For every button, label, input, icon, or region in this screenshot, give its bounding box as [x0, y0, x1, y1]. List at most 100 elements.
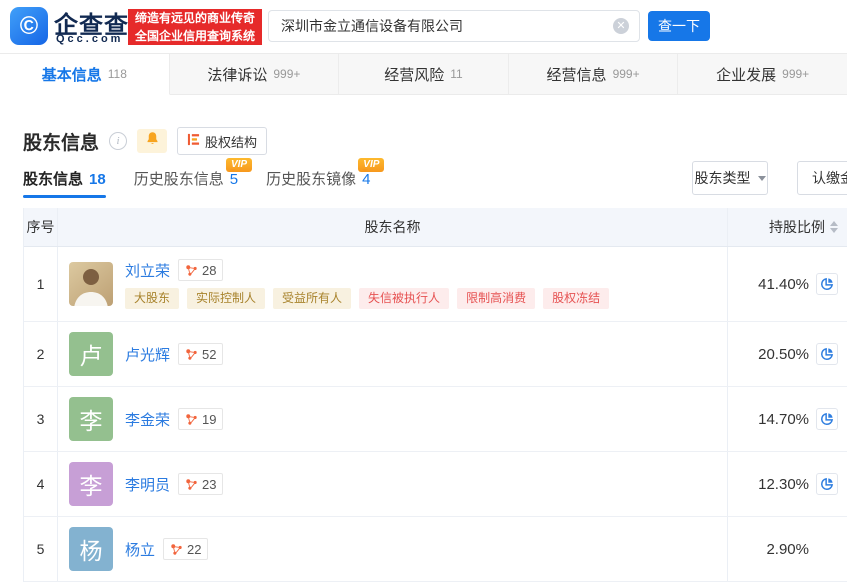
relation-icon — [185, 348, 198, 361]
sub-tab-1[interactable]: 股东信息18 — [23, 171, 106, 195]
relation-badge[interactable]: 28 — [178, 259, 223, 281]
shareholder-name-link[interactable]: 卢光辉 — [125, 344, 170, 365]
slogan-line-2: 全国企业信用查询系统 — [128, 27, 262, 45]
pie-chart-button[interactable] — [816, 408, 838, 430]
notification-bell-button[interactable] — [137, 129, 167, 153]
pie-chart-button[interactable] — [816, 473, 838, 495]
name-line: 卢光辉 52 — [125, 343, 223, 365]
sub-tab-2[interactable]: 历史股东信息5VIP — [134, 171, 238, 195]
nav-tab-label: 经营信息 — [547, 64, 607, 85]
relation-icon — [185, 413, 198, 426]
header-index: 序号 — [24, 208, 58, 246]
header-ratio-label: 持股比例 — [769, 217, 825, 237]
nav-tab-count: 11 — [450, 67, 462, 81]
name-line: 杨立 22 — [125, 538, 208, 560]
relation-icon — [170, 543, 183, 556]
shareholder-name-link[interactable]: 刘立荣 — [125, 260, 170, 281]
nav-tab-count: 118 — [108, 67, 127, 81]
table-row: 5杨杨立 22 2.90% — [24, 517, 847, 582]
shareholder-type-label: 股东类型 — [695, 168, 751, 188]
shareholder-cell: 刘立荣 28 大股东实际控制人受益所有人失信被执行人限制高消费股权冻结 — [58, 247, 727, 321]
paid-capital-label: 认缴金 — [812, 168, 847, 188]
table-row: 3李李金荣 19 14.70% — [24, 387, 847, 452]
header-ratio[interactable]: 持股比例 — [727, 208, 847, 246]
shareholder-cell: 卢卢光辉 52 — [58, 322, 727, 386]
table-row: 1刘立荣28大股东实际控制人受益所有人失信被执行人限制高消费股权冻结41.40% — [24, 247, 847, 322]
ratio-value: 2.90% — [766, 541, 809, 558]
relation-badge[interactable]: 22 — [163, 538, 208, 560]
avatar[interactable]: 杨 — [69, 527, 113, 571]
nav-tab-3[interactable]: 经营风险 11 — [339, 54, 509, 95]
sub-tab-count: 18 — [89, 171, 106, 188]
pie-chart-icon — [820, 347, 834, 361]
relation-badge[interactable]: 19 — [178, 408, 223, 430]
nav-tab-label: 企业发展 — [716, 64, 776, 85]
shareholder-tag: 股权冻结 — [543, 288, 609, 308]
clear-search-icon[interactable]: ✕ — [613, 18, 629, 34]
row-index: 5 — [24, 517, 58, 581]
ratio-cell: 14.70% — [727, 387, 847, 451]
sub-tab-label: 历史股东镜像 — [266, 171, 356, 188]
nav-tab-label: 经营风险 — [384, 64, 444, 85]
vip-badge: VIP — [226, 158, 252, 172]
company-search-input[interactable] — [269, 18, 613, 34]
relation-count: 52 — [202, 347, 216, 362]
avatar[interactable]: 卢 — [69, 332, 113, 376]
shareholder-cell: 李李明员 23 — [58, 452, 727, 516]
ratio-cell: 12.30% — [727, 452, 847, 516]
pie-chart-icon — [820, 477, 834, 491]
nav-tab-5[interactable]: 企业发展 999+ — [678, 54, 847, 95]
row-index: 3 — [24, 387, 58, 451]
pie-chart-icon — [820, 277, 834, 291]
avatar[interactable]: 李 — [69, 462, 113, 506]
shareholder-name-link[interactable]: 杨立 — [125, 539, 155, 560]
relation-badge[interactable]: 23 — [178, 473, 223, 495]
pie-chart-button[interactable] — [816, 343, 838, 365]
nav-tab-2[interactable]: 法律诉讼999+ — [170, 54, 340, 95]
vip-badge: VIP — [358, 158, 384, 172]
nav-tab-4[interactable]: 经营信息 999+ — [509, 54, 679, 95]
person-photo — [69, 262, 113, 306]
sort-icon[interactable] — [830, 217, 838, 237]
nav-tab-label: 法律诉讼 — [207, 64, 267, 85]
shareholder-tag: 受益所有人 — [273, 288, 351, 308]
qcc-logo-icon[interactable]: © — [10, 7, 48, 45]
name-line: 李明员 23 — [125, 473, 223, 495]
shareholder-name-link[interactable]: 李明员 — [125, 474, 170, 495]
sub-tab-3[interactable]: 历史股东镜像4VIP — [266, 171, 370, 195]
avatar[interactable]: 李 — [69, 397, 113, 441]
shareholder-tag: 限制高消费 — [457, 288, 535, 308]
pie-chart-button[interactable] — [816, 273, 838, 295]
tags-line: 大股东实际控制人受益所有人失信被执行人限制高消费股权冻结 — [125, 288, 617, 308]
ratio-value: 12.30% — [758, 476, 809, 493]
relation-badge[interactable]: 52 — [178, 343, 223, 365]
nav-tabs: 基本信息118法律诉讼999+ 经营风险 11 经营信息 999+ 企业发展 999+ — [0, 53, 847, 95]
row-index: 1 — [24, 247, 58, 321]
name-line: 李金荣 19 — [125, 408, 223, 430]
paid-capital-button[interactable]: 认缴金 — [797, 161, 847, 195]
ratio-cell: 2.90% — [727, 517, 847, 581]
equity-structure-button[interactable]: 股权结构 — [177, 127, 267, 155]
shareholder-name-link[interactable]: 李金荣 — [125, 409, 170, 430]
relation-count: 19 — [202, 412, 216, 427]
relation-count: 28 — [202, 263, 216, 278]
search-button[interactable]: 查一下 — [648, 11, 710, 41]
shareholder-type-button[interactable]: 股东类型 — [692, 161, 768, 195]
sub-tabs: 股东信息18 历史股东信息5VIP 历史股东镜像4VIP — [23, 171, 370, 195]
ratio-cell: 20.50% — [727, 322, 847, 386]
equity-structure-icon — [187, 133, 200, 149]
name-line: 刘立荣 28 — [125, 259, 617, 281]
relation-count: 23 — [202, 477, 216, 492]
shareholder-tag: 大股东 — [125, 288, 179, 308]
nav-tab-1[interactable]: 基本信息118 — [0, 54, 170, 95]
slogan-line-1: 缔造有远见的商业传奇 — [128, 9, 262, 27]
ratio-value: 20.50% — [758, 346, 809, 363]
nav-tab-count: 999+ — [613, 67, 640, 81]
nav-tab-count: 999+ — [782, 67, 809, 81]
avatar[interactable] — [69, 262, 113, 306]
equity-structure-label: 股权结构 — [205, 132, 257, 151]
table-row: 4李李明员2312.30% — [24, 452, 847, 517]
info-icon[interactable]: i — [109, 132, 127, 150]
header-name: 股东名称 — [58, 208, 727, 246]
search-box: ✕ — [268, 10, 640, 42]
